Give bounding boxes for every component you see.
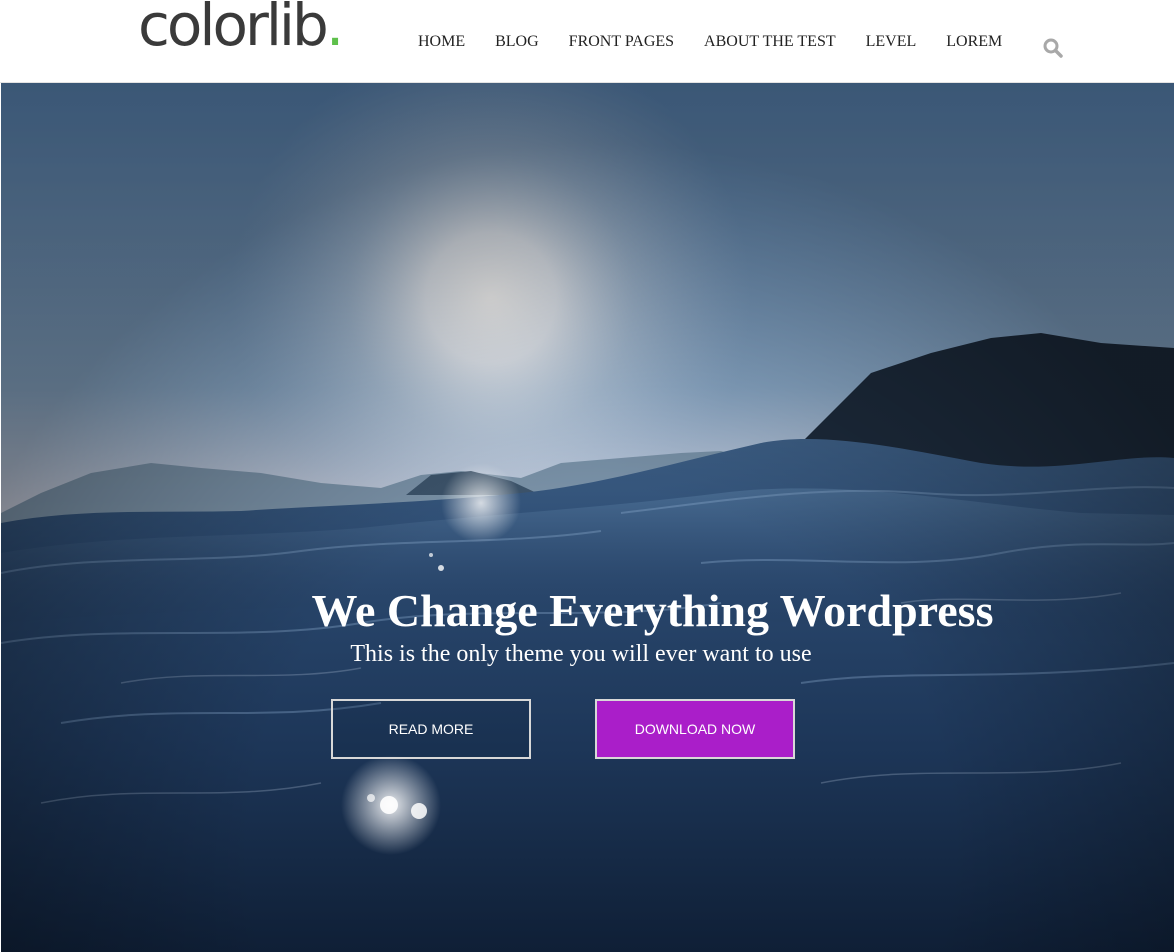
logo-dot: . [325, 0, 345, 59]
read-more-label: READ MORE [388, 721, 474, 737]
site-logo[interactable]: colorlib. [138, 0, 344, 54]
read-more-button[interactable]: READ MORE [331, 699, 531, 759]
nav-item-level[interactable]: LEVEL [851, 30, 932, 54]
hero-subtitle: This is the only theme you will ever wan… [350, 641, 812, 667]
nav-item-home[interactable]: HOME [403, 30, 480, 54]
logo-text: colorlib [138, 0, 329, 59]
search-button[interactable] [1040, 34, 1066, 60]
main-nav: HOME BLOG FRONT PAGES ABOUT THE TEST LEV… [403, 30, 1017, 54]
hero-section: We Change Everything Wordpress This is t… [1, 83, 1174, 952]
hero-title: We Change Everything Wordpress [311, 585, 994, 636]
nav-item-about-the-test[interactable]: ABOUT THE TEST [689, 30, 851, 54]
download-now-button[interactable]: DOWNLOAD NOW [595, 699, 795, 759]
search-icon [1043, 38, 1063, 58]
download-now-label: DOWNLOAD NOW [634, 721, 756, 737]
nav-item-blog[interactable]: BLOG [480, 30, 554, 54]
site-header: colorlib. HOME BLOG FRONT PAGES ABOUT TH… [0, 0, 1174, 83]
nav-item-lorem[interactable]: LOREM [931, 30, 1017, 54]
hero-background-image [1, 83, 1174, 952]
nav-item-front-pages[interactable]: FRONT PAGES [554, 30, 689, 54]
